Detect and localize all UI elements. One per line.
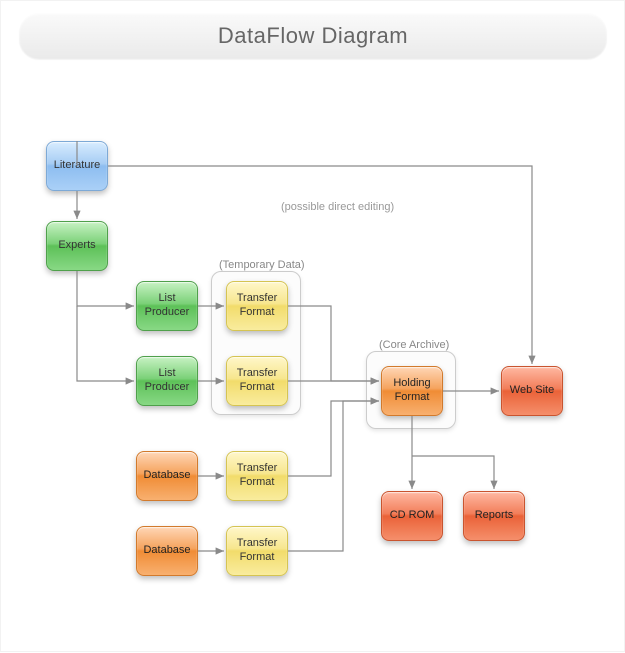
group-temporary-data-label: (Temporary Data) — [219, 259, 305, 271]
annotation-direct-editing: (possible direct editing) — [281, 201, 394, 213]
group-core-archive-label: (Core Archive) — [379, 339, 449, 351]
node-database-1: Database — [136, 451, 198, 501]
node-literature: Literature — [46, 141, 108, 191]
node-transfer-format-3: Transfer Format — [226, 451, 288, 501]
connector-layer — [1, 1, 625, 653]
node-database-2: Database — [136, 526, 198, 576]
node-holding-format: Holding Format — [381, 366, 443, 416]
diagram-title-bar: DataFlow Diagram — [19, 13, 607, 59]
node-list-producer-2: List Producer — [136, 356, 198, 406]
diagram-title: DataFlow Diagram — [218, 23, 408, 49]
node-transfer-format-1: Transfer Format — [226, 281, 288, 331]
node-reports: Reports — [463, 491, 525, 541]
node-cdrom: CD ROM — [381, 491, 443, 541]
node-website: Web Site — [501, 366, 563, 416]
node-transfer-format-4: Transfer Format — [226, 526, 288, 576]
node-list-producer-1: List Producer — [136, 281, 198, 331]
node-experts: Experts — [46, 221, 108, 271]
node-transfer-format-2: Transfer Format — [226, 356, 288, 406]
